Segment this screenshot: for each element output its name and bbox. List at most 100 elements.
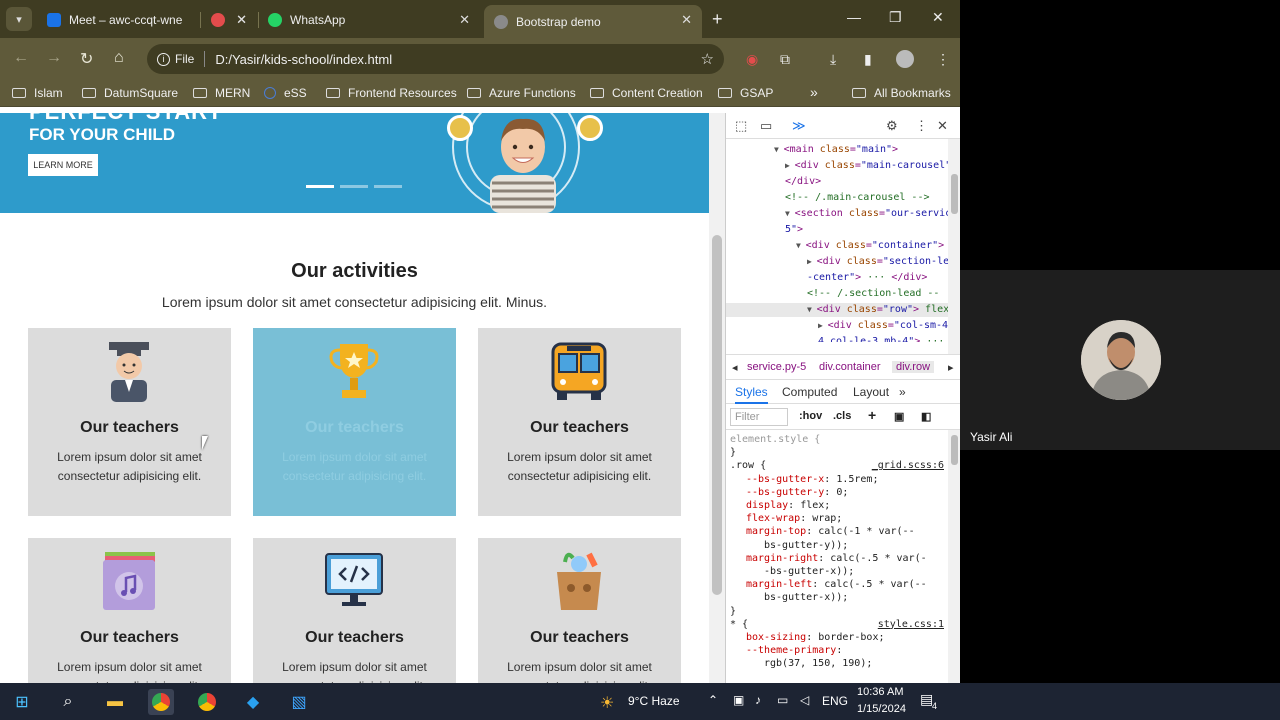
dom-node[interactable]: ▼ <main class="main">	[774, 143, 898, 157]
css-declaration[interactable]: --bs-gutter-x: 1.5rem;	[746, 473, 878, 486]
minimize-button[interactable]: —	[847, 9, 861, 25]
class-toggle[interactable]: .cls	[833, 410, 851, 422]
bookmark-mern[interactable]: MERN	[193, 86, 250, 100]
css-selector[interactable]: element.style {	[730, 433, 820, 446]
css-source-link[interactable]: _grid.scss:6	[872, 459, 944, 472]
hover-state-toggle[interactable]: :hov	[799, 410, 822, 422]
expand-arrow-icon[interactable]: ▶	[818, 321, 828, 330]
dom-node[interactable]: 4 col-le-3 mb-4"> ···	[818, 335, 944, 342]
crumb-item[interactable]: div.container	[819, 361, 881, 373]
bookmark-datumsquare[interactable]: DatumSquare	[82, 86, 178, 100]
close-icon[interactable]: ✕	[681, 12, 692, 28]
photos-icon[interactable]: ▧	[286, 689, 312, 715]
home-icon[interactable]: ⌂	[114, 49, 124, 67]
tab-more[interactable]: »	[899, 385, 906, 399]
dom-node[interactable]: 5">	[785, 223, 803, 237]
close-devtools-icon[interactable]: ✕	[937, 118, 948, 134]
tab-layout[interactable]: Layout	[853, 385, 889, 399]
activity-card[interactable]: Our teachers Lorem ipsum dolor sit amet …	[253, 538, 456, 683]
all-bookmarks[interactable]: All Bookmarks	[852, 86, 951, 100]
site-info-button[interactable]: i File	[157, 52, 194, 66]
activity-card[interactable]: Our teachers Lorem ipsum dolor sit amet …	[28, 538, 231, 683]
volume-icon[interactable]: ◁	[800, 693, 809, 707]
dom-node[interactable]: <!-- /.section-lead --	[807, 287, 939, 301]
new-tab-button[interactable]: +	[712, 9, 723, 30]
css-declaration[interactable]: flex-wrap: wrap;	[746, 512, 842, 525]
dom-node[interactable]: ▼ <section class="our-servic	[785, 207, 948, 221]
expand-arrow-icon[interactable]: ▼	[785, 209, 795, 218]
bookmark-star-icon[interactable]: ☆	[701, 50, 714, 68]
chrome-icon[interactable]	[194, 689, 220, 715]
microphone-icon[interactable]: ♪	[755, 693, 761, 707]
activity-card[interactable]: Our teachers Lorem ipsum dolor sit amet …	[253, 328, 456, 516]
bookmark-content-creation[interactable]: Content Creation	[590, 86, 703, 100]
tray-chevron-icon[interactable]: ⌃	[708, 693, 718, 707]
page-scrollbar[interactable]	[709, 113, 725, 683]
dom-node[interactable]: <!-- /.main-carousel -->	[785, 191, 930, 205]
css-value-continuation[interactable]: bs-gutter-y));	[764, 539, 848, 552]
dom-node[interactable]: ▶ <div class="col-sm-4	[818, 319, 948, 333]
forward-icon[interactable]: →	[46, 49, 62, 67]
clock-date[interactable]: 1/15/2024	[857, 703, 906, 715]
file-explorer-icon[interactable]: ▬	[102, 689, 128, 715]
carousel-indicator[interactable]	[374, 185, 402, 188]
css-declaration[interactable]: margin-right: calc(-.5 * var(-	[746, 552, 927, 565]
expand-arrow-icon[interactable]: ▶	[785, 161, 795, 170]
menu-kebab-icon[interactable]: ⋮	[936, 51, 950, 68]
css-declaration[interactable]: --theme-primary:	[746, 644, 842, 657]
vscode-icon[interactable]: ◆	[240, 689, 266, 715]
css-value-continuation[interactable]: rgb(37, 150, 190);	[764, 657, 872, 670]
bookmark-azure-functions[interactable]: Azure Functions	[467, 86, 576, 100]
dom-node-selected[interactable]: ▼ <div class="row"> flex	[726, 303, 948, 317]
close-icon[interactable]: ✕	[236, 12, 247, 28]
url-text[interactable]: D:/Yasir/kids-school/index.html	[215, 52, 392, 67]
activity-card[interactable]: Our teachers Lorem ipsum dolor sit amet …	[478, 538, 681, 683]
css-selector[interactable]: }	[730, 605, 736, 618]
tray-app-icon[interactable]: ▣	[733, 693, 744, 707]
language-indicator[interactable]: ENG	[822, 694, 848, 708]
css-rule-header[interactable]: .row {_grid.scss:6	[730, 459, 944, 472]
more-panels-icon[interactable]: ≫	[792, 118, 806, 134]
new-rule-button[interactable]: +	[868, 407, 876, 423]
tab-styles[interactable]: Styles	[735, 385, 768, 404]
css-declaration[interactable]: display: flex;	[746, 499, 830, 512]
dom-node[interactable]: ▼ <div class="container">	[796, 239, 944, 253]
tab-search-button[interactable]: ▾	[6, 7, 32, 31]
css-source-link[interactable]: style.css:1	[878, 618, 944, 631]
extensions-puzzle-icon[interactable]: ⧉	[780, 51, 790, 68]
dom-node[interactable]: -center"> ··· </div>	[807, 271, 927, 285]
chrome-active-icon[interactable]	[148, 689, 174, 715]
dom-scrollbar[interactable]	[948, 139, 960, 354]
crumb-next-icon[interactable]: ▸	[948, 361, 954, 374]
expand-arrow-icon[interactable]: ▼	[796, 241, 806, 250]
tab-whatsapp[interactable]: WhatsApp ✕	[258, 5, 480, 34]
scrollbar-thumb[interactable]	[712, 235, 722, 595]
network-icon[interactable]: ▭	[777, 693, 788, 707]
devtools-menu-icon[interactable]: ⋮	[915, 118, 928, 134]
tab-recording[interactable]: ✕	[201, 5, 257, 34]
restore-button[interactable]: ❐	[889, 9, 902, 26]
carousel-indicator[interactable]	[306, 185, 334, 188]
crumb-prev-icon[interactable]: ◂	[732, 361, 738, 374]
tab-computed[interactable]: Computed	[782, 385, 837, 399]
crumb-item[interactable]: div.row	[892, 361, 935, 373]
search-icon[interactable]: ⌕	[55, 689, 81, 715]
windows-start-icon[interactable]: ⊞	[9, 689, 35, 715]
crumb-item[interactable]: service.py-5	[747, 361, 806, 373]
dom-node[interactable]: ▶ <div class="main-carousel"	[785, 159, 948, 173]
settings-gear-icon[interactable]: ⚙	[886, 118, 898, 134]
css-selector[interactable]: }	[730, 446, 736, 459]
tab-bootstrap-demo[interactable]: Bootstrap demo ✕	[484, 5, 702, 38]
paint-icon[interactable]: ▣	[894, 410, 904, 423]
dom-node[interactable]: ▶ <div class="section-le	[807, 255, 948, 269]
bookmarks-overflow-button[interactable]: »	[810, 84, 818, 100]
reload-icon[interactable]: ↻	[80, 49, 93, 69]
expand-arrow-icon[interactable]: ▶	[807, 257, 817, 266]
css-declaration[interactable]: margin-top: calc(-1 * var(--	[746, 525, 915, 538]
dom-tree[interactable]: ▼ <main class="main"> ▶ <div class="main-…	[726, 139, 948, 342]
profile-avatar[interactable]	[896, 50, 914, 68]
bookmark-islam[interactable]: Islam	[12, 86, 63, 100]
clock-time[interactable]: 10:36 AM	[857, 686, 903, 698]
styles-pane[interactable]: element.style {} .row {_grid.scss:6 --bs-g…	[726, 430, 948, 683]
inspect-element-icon[interactable]: ⬚	[735, 118, 747, 134]
